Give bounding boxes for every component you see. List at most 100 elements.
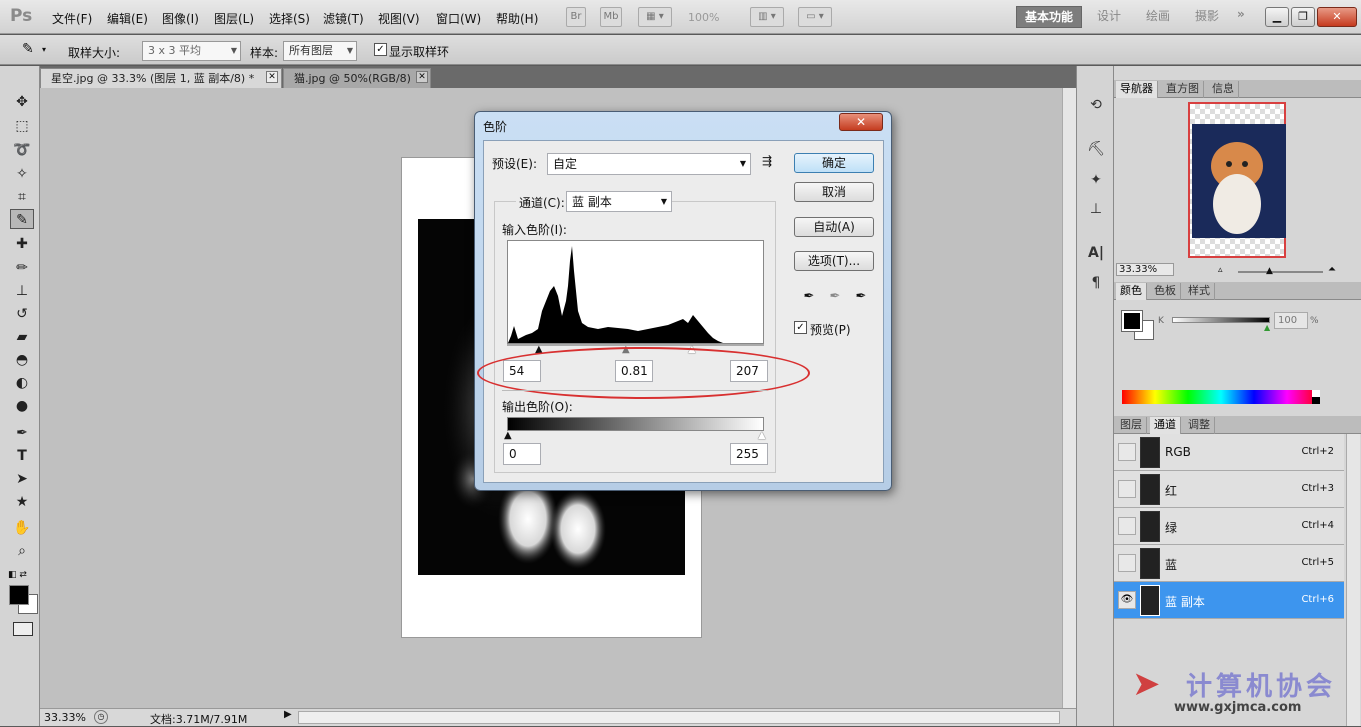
color-spectrum[interactable] <box>1122 390 1320 404</box>
visibility-toggle[interactable] <box>1118 554 1136 572</box>
zoom-slider-handle-icon[interactable]: ▲ <box>1266 266 1273 276</box>
visibility-toggle[interactable] <box>1118 517 1136 535</box>
output-white-field[interactable]: 255 <box>730 443 768 465</box>
arrange-documents-button[interactable]: ▥ ▾ <box>750 7 784 27</box>
black-eyedropper-icon[interactable]: ✒ <box>800 289 818 307</box>
move-tool-icon[interactable]: ✥ <box>10 92 34 112</box>
menu-window[interactable]: 窗口(W) <box>436 10 481 27</box>
tool-preset-chevron-icon[interactable]: ▾ <box>42 45 46 54</box>
channels-scrollbar[interactable] <box>1346 434 1360 726</box>
output-black-field[interactable]: 0 <box>503 443 541 465</box>
channel-row-rgb[interactable]: RGB Ctrl+2 <box>1114 434 1344 471</box>
preview-checkbox[interactable]: ✓ <box>794 321 807 334</box>
gray-eyedropper-icon[interactable]: ✒ <box>826 289 844 307</box>
preset-options-icon[interactable]: ⇶ <box>762 154 772 168</box>
menu-view[interactable]: 视图(V) <box>378 10 420 27</box>
blur-tool-icon[interactable]: ◐ <box>10 373 34 393</box>
ok-button[interactable]: 确定 <box>794 153 874 173</box>
dodge-tool-icon[interactable]: ● <box>10 396 34 416</box>
zoom-in-icon[interactable]: ⏶ <box>1328 264 1336 275</box>
tab-cat[interactable]: 猫.jpg @ 50%(RGB/8) <box>283 68 431 88</box>
horizontal-scrollbar[interactable] <box>298 711 1060 724</box>
clone-stamp-tool-icon[interactable]: ⊥ <box>10 281 34 301</box>
restore-button[interactable]: ❐ <box>1291 7 1315 27</box>
default-colors-icon[interactable]: ◧ ⇄ <box>8 570 27 580</box>
history-brush-tool-icon[interactable]: ↺ <box>10 304 34 324</box>
brush-panel-icon[interactable]: ✦ <box>1085 169 1107 191</box>
preset-select[interactable]: 自定 ▼ <box>547 153 751 175</box>
zoom-level[interactable]: 100% <box>688 11 719 24</box>
menu-layer[interactable]: 图层(L) <box>214 10 254 27</box>
status-menu-arrow-icon[interactable]: ▶ <box>284 709 296 725</box>
k-value-field[interactable]: 100 <box>1274 312 1308 329</box>
eyedropper-tool-icon[interactable]: ✎ <box>10 209 34 229</box>
workspace-design[interactable]: 设计 <box>1097 7 1121 24</box>
paint-bucket-tool-icon[interactable]: ◓ <box>10 350 34 370</box>
minimize-button[interactable]: ▁ <box>1265 7 1289 27</box>
sample-select[interactable]: 所有图层 ▼ <box>283 41 357 61</box>
white-eyedropper-icon[interactable]: ✒ <box>852 289 870 307</box>
type-tool-icon[interactable]: T <box>10 446 34 466</box>
mini-bridge-button[interactable]: Mb <box>600 7 622 27</box>
tab-styles[interactable]: 样式 <box>1184 283 1215 300</box>
k-slider-handle-icon[interactable]: ▲ <box>1264 323 1270 332</box>
tab-channels[interactable]: 通道 <box>1150 417 1181 434</box>
zoom-out-icon[interactable]: ▵ <box>1218 265 1223 275</box>
canvas-vertical-scrollbar[interactable] <box>1062 88 1076 708</box>
cancel-button[interactable]: 取消 <box>794 182 874 202</box>
eye-icon[interactable]: 👁 <box>1118 591 1136 609</box>
input-slider-track[interactable] <box>507 344 764 346</box>
eraser-tool-icon[interactable]: ▰ <box>10 327 34 347</box>
hand-tool-icon[interactable]: ✋ <box>10 518 34 538</box>
foreground-color-swatch[interactable] <box>9 585 29 605</box>
tab-adjustments[interactable]: 调整 <box>1184 417 1215 434</box>
channel-row-green[interactable]: 绿 Ctrl+4 <box>1114 508 1344 545</box>
clone-source-icon[interactable]: ⊥ <box>1085 198 1107 220</box>
workspace-painting[interactable]: 绘画 <box>1146 7 1170 24</box>
menu-file[interactable]: 文件(F) <box>52 10 92 27</box>
quick-mask-icon[interactable] <box>13 622 33 636</box>
output-black-handle-icon[interactable]: ▲ <box>504 430 512 441</box>
tab-layers[interactable]: 图层 <box>1116 417 1147 434</box>
pen-tool-icon[interactable]: ✒ <box>10 423 34 443</box>
shape-tool-icon[interactable]: ★ <box>10 492 34 512</box>
quick-selection-tool-icon[interactable]: ✧ <box>10 164 34 184</box>
status-zoom[interactable]: 33.33% <box>44 711 86 724</box>
sample-size-select[interactable]: 3 x 3 平均 ▼ <box>142 41 241 61</box>
channel-row-blue[interactable]: 蓝 Ctrl+5 <box>1114 545 1344 582</box>
menu-image[interactable]: 图像(I) <box>162 10 199 27</box>
visibility-toggle[interactable] <box>1118 480 1136 498</box>
tab-swatches[interactable]: 色板 <box>1150 283 1181 300</box>
crop-tool-icon[interactable]: ⌗ <box>10 187 34 207</box>
status-info-icon[interactable]: ◷ <box>94 710 108 724</box>
menu-select[interactable]: 选择(S) <box>269 10 310 27</box>
options-button[interactable]: 选项(T)... <box>794 251 874 271</box>
screen-mode-button[interactable]: ▭ ▾ <box>798 7 832 27</box>
paragraph-panel-icon[interactable]: ¶ <box>1085 272 1107 294</box>
bridge-button[interactable]: Br <box>566 7 586 27</box>
menu-edit[interactable]: 编辑(E) <box>107 10 148 27</box>
more-workspaces-icon[interactable]: » <box>1237 7 1245 21</box>
auto-button[interactable]: 自动(A) <box>794 217 874 237</box>
brush-preset-icon[interactable]: ⛏ <box>1085 138 1107 160</box>
workspace-photography[interactable]: 摄影 <box>1195 7 1219 24</box>
menu-filter[interactable]: 滤镜(T) <box>323 10 364 27</box>
character-panel-icon[interactable]: A| <box>1085 242 1107 264</box>
lasso-tool-icon[interactable]: ➰ <box>10 140 34 160</box>
navigator-zoom-field[interactable]: 33.33% <box>1116 263 1174 276</box>
zoom-tool-icon[interactable]: ⌕ <box>10 541 34 561</box>
navigator-zoom-slider[interactable] <box>1238 271 1323 273</box>
view-extras-button[interactable]: ▦ ▾ <box>638 7 672 27</box>
close-tab-icon[interactable]: ✕ <box>266 71 278 83</box>
tab-starry-sky[interactable]: 星空.jpg @ 33.3% (图层 1, 蓝 副本/8) * <box>40 68 282 88</box>
black-white-ramp[interactable] <box>1312 390 1320 404</box>
marquee-tool-icon[interactable]: ⬚ <box>10 116 34 136</box>
k-slider[interactable] <box>1172 317 1270 323</box>
close-window-button[interactable]: ✕ <box>1317 7 1357 27</box>
channel-select[interactable]: 蓝 副本 ▼ <box>566 191 672 212</box>
dialog-close-button[interactable]: ✕ <box>839 113 883 131</box>
sampling-ring-checkbox[interactable]: ✓ <box>374 43 387 56</box>
tab-histogram[interactable]: 直方图 <box>1162 81 1204 98</box>
output-white-handle-icon[interactable]: ▲ <box>758 430 766 441</box>
color-foreground-swatch[interactable] <box>1121 310 1143 332</box>
